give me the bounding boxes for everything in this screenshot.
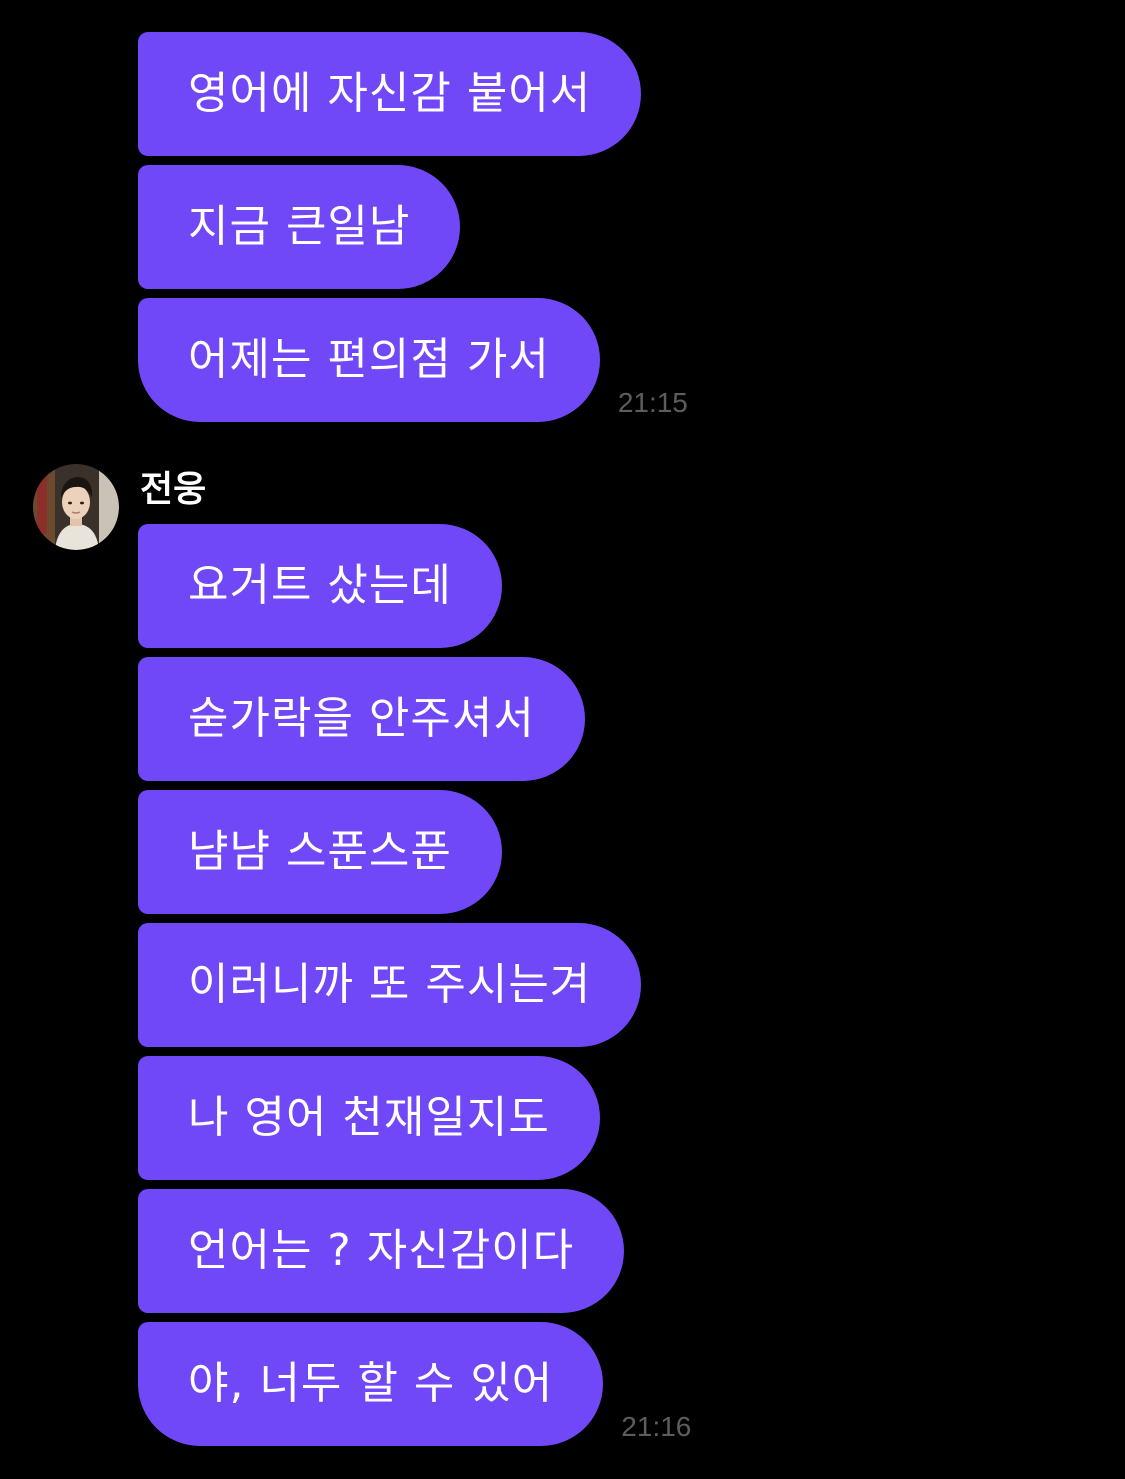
sender-name[interactable]: 전웅 (140, 468, 206, 512)
message-bubble[interactable]: 어제는 편의점 가서 (138, 298, 600, 422)
message-bubble[interactable]: 언어는 ? 자신감이다 (138, 1189, 625, 1313)
message-row: 요거트 샀는데 (138, 524, 502, 648)
message-timestamp: 21:16 (621, 1411, 692, 1442)
avatar[interactable] (33, 464, 119, 550)
message-bubble[interactable]: 요거트 샀는데 (138, 524, 502, 648)
message-row: 영어에 자신감 붙어서 (138, 32, 642, 156)
message-timestamp: 21:15 (617, 387, 688, 418)
message-bubble[interactable]: 이러니까 또 주시는겨 (138, 923, 642, 1047)
message-row: 냠냠 스푼스푼 (138, 790, 502, 914)
message-row: 숟가락을 안주셔서 (138, 657, 585, 781)
message-row: 야, 너두 할 수 있어 21:16 (138, 1322, 691, 1446)
message-bubble[interactable]: 숟가락을 안주셔서 (138, 657, 585, 781)
profile-photo-icon (33, 464, 119, 550)
message-bubble[interactable]: 지금 큰일남 (138, 165, 461, 289)
message-bubble[interactable]: 냠냠 스푼스푼 (138, 790, 502, 914)
message-bubble[interactable]: 나 영어 천재일지도 (138, 1056, 600, 1180)
chat-thread[interactable]: 영어에 자신감 붙어서 지금 큰일남 어제는 편의점 가서 21:15 전웅 요… (0, 0, 1125, 1479)
message-row: 지금 큰일남 (138, 165, 461, 289)
message-row: 언어는 ? 자신감이다 (138, 1189, 625, 1313)
message-row: 이러니까 또 주시는겨 (138, 923, 642, 1047)
message-bubble[interactable]: 영어에 자신감 붙어서 (138, 32, 642, 156)
message-row: 어제는 편의점 가서 21:15 (138, 298, 688, 422)
message-bubble[interactable]: 야, 너두 할 수 있어 (138, 1322, 604, 1446)
message-row: 나 영어 천재일지도 (138, 1056, 600, 1180)
